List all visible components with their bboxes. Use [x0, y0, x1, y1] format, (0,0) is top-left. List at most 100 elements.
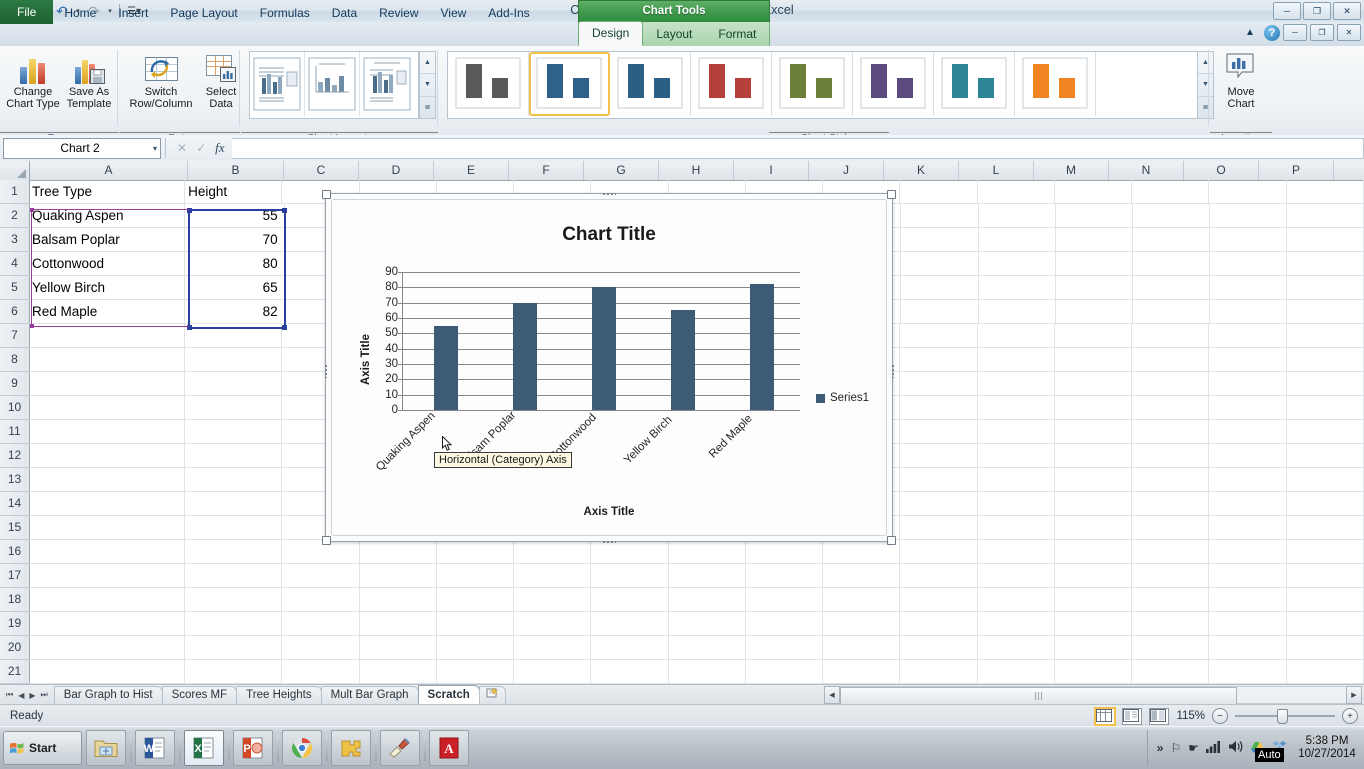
- cell-N4[interactable]: [1133, 252, 1210, 275]
- cell-O3[interactable]: [1210, 228, 1287, 251]
- chart-layout-3[interactable]: [360, 52, 414, 116]
- scroll-right-button[interactable]: ▶: [1346, 685, 1362, 704]
- cell-M2[interactable]: [1056, 204, 1133, 227]
- row-header-16[interactable]: 16: [0, 540, 29, 564]
- insert-function-icon[interactable]: fx: [215, 140, 224, 156]
- cell-C18[interactable]: [282, 588, 360, 611]
- vertical-axis-title[interactable]: Axis Title: [360, 334, 372, 385]
- tab-home[interactable]: Home: [53, 2, 107, 24]
- cell-A12[interactable]: [29, 444, 186, 467]
- cell-A10[interactable]: [29, 396, 186, 419]
- chart-object[interactable]: Chart Title Axis Title 90 80 70 60 50 40…: [322, 190, 896, 545]
- sheet-tab-tree-heights[interactable]: Tree Heights: [236, 686, 322, 704]
- bar-quaking-aspen[interactable]: [434, 325, 458, 410]
- cell-P2[interactable]: [1287, 204, 1364, 227]
- chart-style-2[interactable]: [529, 52, 610, 116]
- cell-F17[interactable]: [514, 564, 592, 587]
- cell-A16[interactable]: [29, 540, 186, 563]
- cell-L9[interactable]: [978, 372, 1055, 395]
- chart-area[interactable]: Chart Title Axis Title 90 80 70 60 50 40…: [331, 199, 887, 536]
- chart-style-6[interactable]: [853, 52, 934, 116]
- chart-style-4[interactable]: [691, 52, 772, 116]
- cell-A7[interactable]: [29, 324, 186, 347]
- zoom-level[interactable]: 115%: [1176, 710, 1205, 722]
- next-sheet-icon[interactable]: ▶: [27, 691, 37, 700]
- cell-P19[interactable]: [1287, 612, 1364, 635]
- cell-O5[interactable]: [1210, 276, 1287, 299]
- bar-balsam-poplar[interactable]: [513, 302, 537, 410]
- cell-L16[interactable]: [978, 540, 1055, 563]
- chart-legend[interactable]: Series1: [816, 392, 869, 404]
- cell-K7[interactable]: [900, 324, 978, 347]
- row-header-20[interactable]: 20: [0, 636, 29, 660]
- plot-area[interactable]: [398, 272, 800, 411]
- chart-layouts-more-icon[interactable]: ≣: [420, 97, 435, 118]
- cell-P20[interactable]: [1287, 636, 1364, 659]
- column-header-E[interactable]: E: [434, 161, 509, 180]
- cell-O9[interactable]: [1209, 372, 1287, 395]
- cell-M4[interactable]: [1056, 252, 1133, 275]
- row-header-15[interactable]: 15: [0, 516, 29, 540]
- cell-B8[interactable]: [185, 348, 283, 371]
- cell-B3[interactable]: 70: [185, 228, 285, 251]
- cell-D21[interactable]: [360, 660, 437, 683]
- cell-O11[interactable]: [1209, 420, 1287, 443]
- cell-M3[interactable]: [1056, 228, 1133, 251]
- cell-K6[interactable]: [901, 300, 979, 323]
- chart-style-3[interactable]: [610, 52, 691, 116]
- cell-D16[interactable]: [360, 540, 437, 563]
- cell-O16[interactable]: [1209, 540, 1287, 563]
- column-header-I[interactable]: I: [734, 161, 809, 180]
- cell-I21[interactable]: [746, 660, 824, 683]
- cell-A9[interactable]: [29, 372, 186, 395]
- start-button[interactable]: Start: [3, 731, 82, 765]
- cell-N11[interactable]: [1132, 420, 1210, 443]
- category-label-quaking-aspen[interactable]: Quaking Aspen: [374, 410, 438, 474]
- cell-A19[interactable]: [29, 612, 186, 635]
- sheet-tab-bar-graph-to-hist[interactable]: Bar Graph to Hist: [53, 686, 163, 704]
- select-all-corner[interactable]: [0, 161, 30, 180]
- row-header-13[interactable]: 13: [0, 468, 29, 492]
- normal-view-button[interactable]: [1094, 706, 1117, 726]
- row-header-1[interactable]: 1: [0, 180, 29, 204]
- chart-handle-top-left[interactable]: [322, 190, 331, 199]
- cell-H21[interactable]: [669, 660, 746, 683]
- horizontal-scroll-thumb[interactable]: [840, 686, 1237, 705]
- cell-E16[interactable]: [437, 540, 515, 563]
- close-button[interactable]: ✕: [1333, 2, 1361, 20]
- cell-A21[interactable]: [29, 660, 186, 683]
- cell-B4[interactable]: 80: [185, 252, 285, 275]
- cell-N12[interactable]: [1132, 444, 1210, 467]
- cell-K4[interactable]: [901, 252, 979, 275]
- cell-A3[interactable]: Balsam Poplar: [29, 228, 185, 251]
- cell-A14[interactable]: [29, 492, 186, 515]
- taskbar-excel-button[interactable]: X: [184, 730, 224, 766]
- tab-page-layout[interactable]: Page Layout: [159, 2, 248, 24]
- cell-O1[interactable]: [1209, 180, 1287, 203]
- column-header-K[interactable]: K: [884, 161, 959, 180]
- cell-N9[interactable]: [1132, 372, 1210, 395]
- cell-K5[interactable]: [901, 276, 979, 299]
- cell-P21[interactable]: [1287, 660, 1364, 683]
- cell-L5[interactable]: [979, 276, 1056, 299]
- row-header-6[interactable]: 6: [0, 300, 29, 324]
- column-header-F[interactable]: F: [509, 161, 584, 180]
- column-header-A[interactable]: A: [30, 161, 188, 180]
- cell-I19[interactable]: [746, 612, 824, 635]
- cell-F21[interactable]: [514, 660, 592, 683]
- column-header-P[interactable]: P: [1259, 161, 1334, 180]
- prev-sheet-icon[interactable]: ◀: [16, 691, 26, 700]
- tab-design[interactable]: Design: [578, 21, 644, 46]
- chart-layouts-gallery[interactable]: [249, 51, 419, 119]
- cell-H18[interactable]: [669, 588, 746, 611]
- cell-F19[interactable]: [514, 612, 592, 635]
- cell-O14[interactable]: [1209, 492, 1287, 515]
- cell-G19[interactable]: [591, 612, 669, 635]
- cell-O19[interactable]: [1209, 612, 1287, 635]
- save-as-template-button[interactable]: Save As Template: [58, 50, 120, 118]
- chart-handle-top-right[interactable]: [887, 190, 896, 199]
- cell-M16[interactable]: [1055, 540, 1133, 563]
- cell-A20[interactable]: [29, 636, 186, 659]
- cell-O7[interactable]: [1209, 324, 1287, 347]
- chart-layouts-scroll-down-icon[interactable]: ▼: [420, 74, 435, 97]
